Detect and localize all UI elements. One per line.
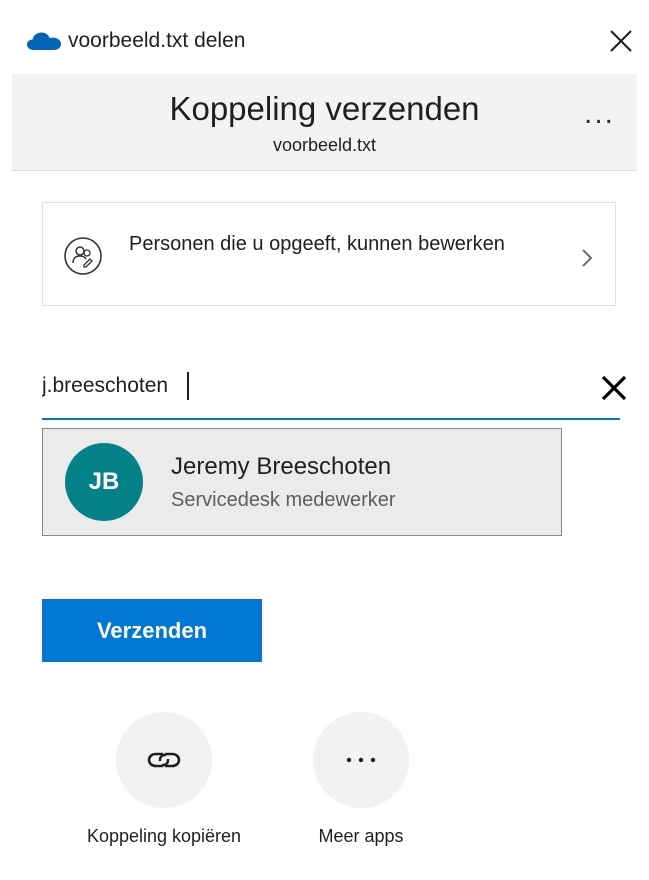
person-name: Jeremy Breeschoten [171,453,392,480]
more-options-button[interactable]: ... [584,99,615,129]
more-apps-label: Meer apps [318,826,404,846]
send-button[interactable]: Verzenden [42,599,262,662]
more-horizontal-icon [346,757,376,763]
recipient-search [42,360,627,420]
person-suggestion[interactable]: JB Jeremy Breeschoten Servicedesk medewe… [42,428,562,536]
onedrive-cloud-icon [27,32,61,50]
file-name: voorbeeld.txt [272,135,377,155]
people-edit-icon [64,237,102,275]
clear-input-icon[interactable] [598,372,630,404]
copy-link-button[interactable] [116,712,212,808]
more-apps-button[interactable] [313,712,409,808]
link-icon [147,752,181,768]
text-cursor [187,372,189,400]
link-permission-settings[interactable]: Personen die u opgeeft, kunnen bewerken [42,202,616,306]
avatar: JB [65,443,143,521]
window-title: voorbeeld.txt delen [68,29,246,52]
person-role: Servicedesk medewerker [171,489,396,511]
title-bar: voorbeeld.txt delen [0,0,649,74]
dialog-header: Koppeling verzenden voorbeeld.txt ... [12,74,637,171]
chevron-right-icon [582,249,593,267]
copy-link-label: Koppeling kopiëren [86,826,242,846]
close-window-icon[interactable] [608,28,634,54]
dialog-title: Koppeling verzenden [169,90,480,127]
recipient-input[interactable] [42,366,522,406]
permission-description: Personen die u opgeeft, kunnen bewerken [129,233,505,255]
